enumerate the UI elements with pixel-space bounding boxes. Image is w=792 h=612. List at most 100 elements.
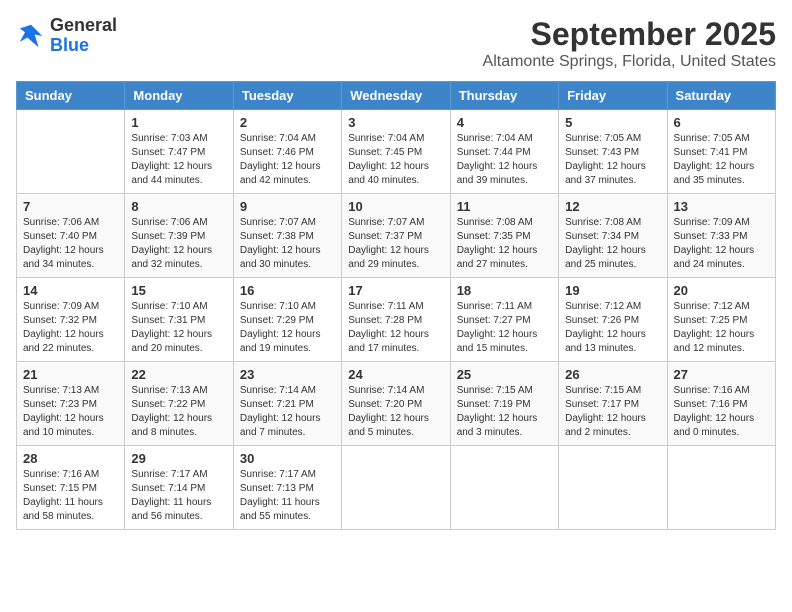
day-number: 12: [565, 199, 660, 214]
day-number: 18: [457, 283, 552, 298]
calendar-week-row: 1Sunrise: 7:03 AM Sunset: 7:47 PM Daylig…: [17, 110, 776, 194]
day-number: 9: [240, 199, 335, 214]
day-number: 14: [23, 283, 118, 298]
day-info: Sunrise: 7:14 AM Sunset: 7:20 PM Dayligh…: [348, 384, 443, 440]
calendar-cell: 20 Sunrise: 7:12 AM Sunset: 7:25 PM Dayli…: [667, 278, 775, 362]
day-info: Sunrise: 7:04 AM Sunset: 7:45 PM Dayligh…: [348, 132, 443, 188]
calendar-cell: [342, 446, 450, 530]
day-number: 6: [674, 115, 769, 130]
day-info: Sunrise: 7:10 AM Sunset: 7:31 PM Dayligh…: [131, 300, 226, 356]
day-info: Sunrise: 7:03 AM Sunset: 7:47 PM Dayligh…: [131, 132, 226, 188]
calendar-cell: 16Sunrise: 7:10 AM Sunset: 7:29 PM Dayli…: [233, 278, 341, 362]
day-info: Sunrise: 7:11 AM Sunset: 7:28 PM Dayligh…: [348, 300, 443, 356]
weekday-header: Saturday: [667, 82, 775, 110]
day-number: 23: [240, 367, 335, 382]
day-info: Sunrise: 7:07 AM Sunset: 7:38 PM Dayligh…: [240, 216, 335, 272]
calendar-cell: 23 Sunrise: 7:14 AM Sunset: 7:21 PM Dayli…: [233, 362, 341, 446]
page-header: General Blue September 2025 Altamonte Sp…: [16, 16, 776, 71]
calendar-cell: 15 Sunrise: 7:10 AM Sunset: 7:31 PM Dayli…: [125, 278, 233, 362]
logo: General Blue: [16, 16, 117, 56]
weekday-header: Tuesday: [233, 82, 341, 110]
day-number: 7: [23, 199, 118, 214]
day-number: 24: [348, 367, 443, 382]
day-number: 19: [565, 283, 660, 298]
calendar-week-row: 14 Sunrise: 7:09 AM Sunset: 7:32 PM Dayli…: [17, 278, 776, 362]
logo-general: General: [50, 15, 117, 35]
calendar-cell: 7 Sunrise: 7:06 AM Sunset: 7:40 PM Daylig…: [17, 194, 125, 278]
day-number: 20: [674, 283, 769, 298]
day-info: Sunrise: 7:13 AM Sunset: 7:22 PM Dayligh…: [131, 384, 226, 440]
day-info: Sunrise: 7:12 AM Sunset: 7:25 PM Dayligh…: [674, 300, 769, 356]
day-info: Sunrise: 7:10 AM Sunset: 7:29 PM Dayligh…: [240, 300, 335, 356]
title-area: September 2025 Altamonte Springs, Florid…: [483, 16, 776, 71]
logo-bird-icon: [16, 21, 46, 51]
calendar-cell: 10 Sunrise: 7:07 AM Sunset: 7:37 PM Dayli…: [342, 194, 450, 278]
month-title: September 2025: [483, 16, 776, 53]
day-info: Sunrise: 7:17 AM Sunset: 7:14 PM Dayligh…: [131, 468, 226, 524]
calendar-cell: 11 Sunrise: 7:08 AM Sunset: 7:35 PM Dayli…: [450, 194, 558, 278]
calendar-cell: [17, 110, 125, 194]
location-title: Altamonte Springs, Florida, United State…: [483, 53, 776, 71]
day-info: Sunrise: 7:06 AM Sunset: 7:40 PM Dayligh…: [23, 216, 118, 272]
calendar-cell: 9 Sunrise: 7:07 AM Sunset: 7:38 PM Daylig…: [233, 194, 341, 278]
calendar-cell: 13Sunrise: 7:09 AM Sunset: 7:33 PM Dayli…: [667, 194, 775, 278]
day-number: 15: [131, 283, 226, 298]
day-info: Sunrise: 7:04 AM Sunset: 7:46 PM Dayligh…: [240, 132, 335, 188]
calendar-cell: 1Sunrise: 7:03 AM Sunset: 7:47 PM Daylig…: [125, 110, 233, 194]
weekday-header: Sunday: [17, 82, 125, 110]
logo-blue: Blue: [50, 35, 89, 55]
calendar-cell: [559, 446, 667, 530]
day-number: 22: [131, 367, 226, 382]
day-info: Sunrise: 7:13 AM Sunset: 7:23 PM Dayligh…: [23, 384, 118, 440]
day-number: 11: [457, 199, 552, 214]
day-number: 4: [457, 115, 552, 130]
calendar-cell: [667, 446, 775, 530]
day-info: Sunrise: 7:06 AM Sunset: 7:39 PM Dayligh…: [131, 216, 226, 272]
day-number: 10: [348, 199, 443, 214]
calendar-week-row: 21Sunrise: 7:13 AM Sunset: 7:23 PM Dayli…: [17, 362, 776, 446]
day-info: Sunrise: 7:04 AM Sunset: 7:44 PM Dayligh…: [457, 132, 552, 188]
calendar-cell: 25 Sunrise: 7:15 AM Sunset: 7:19 PM Dayli…: [450, 362, 558, 446]
day-info: Sunrise: 7:15 AM Sunset: 7:17 PM Dayligh…: [565, 384, 660, 440]
day-info: Sunrise: 7:09 AM Sunset: 7:32 PM Dayligh…: [23, 300, 118, 356]
day-info: Sunrise: 7:08 AM Sunset: 7:35 PM Dayligh…: [457, 216, 552, 272]
calendar-cell: 19Sunrise: 7:12 AM Sunset: 7:26 PM Dayli…: [559, 278, 667, 362]
weekday-header: Monday: [125, 82, 233, 110]
day-info: Sunrise: 7:05 AM Sunset: 7:43 PM Dayligh…: [565, 132, 660, 188]
day-info: Sunrise: 7:05 AM Sunset: 7:41 PM Dayligh…: [674, 132, 769, 188]
calendar-table: SundayMondayTuesdayWednesdayThursdayFrid…: [16, 81, 776, 530]
calendar-cell: 18Sunrise: 7:11 AM Sunset: 7:27 PM Dayli…: [450, 278, 558, 362]
calendar-cell: 17 Sunrise: 7:11 AM Sunset: 7:28 PM Dayli…: [342, 278, 450, 362]
logo-text: General Blue: [50, 16, 117, 56]
calendar-cell: 5 Sunrise: 7:05 AM Sunset: 7:43 PM Daylig…: [559, 110, 667, 194]
calendar-cell: [450, 446, 558, 530]
day-number: 17: [348, 283, 443, 298]
day-number: 3: [348, 115, 443, 130]
day-number: 5: [565, 115, 660, 130]
day-number: 29: [131, 451, 226, 466]
day-number: 25: [457, 367, 552, 382]
calendar-cell: 12 Sunrise: 7:08 AM Sunset: 7:34 PM Dayli…: [559, 194, 667, 278]
calendar-cell: 26 Sunrise: 7:15 AM Sunset: 7:17 PM Dayli…: [559, 362, 667, 446]
calendar-cell: 27Sunrise: 7:16 AM Sunset: 7:16 PM Dayli…: [667, 362, 775, 446]
day-info: Sunrise: 7:07 AM Sunset: 7:37 PM Dayligh…: [348, 216, 443, 272]
calendar-cell: 14 Sunrise: 7:09 AM Sunset: 7:32 PM Dayli…: [17, 278, 125, 362]
calendar-cell: 30Sunrise: 7:17 AM Sunset: 7:13 PM Dayli…: [233, 446, 341, 530]
weekday-header: Friday: [559, 82, 667, 110]
calendar-cell: 8Sunrise: 7:06 AM Sunset: 7:39 PM Daylig…: [125, 194, 233, 278]
day-number: 13: [674, 199, 769, 214]
day-number: 2: [240, 115, 335, 130]
calendar-cell: 4 Sunrise: 7:04 AM Sunset: 7:44 PM Daylig…: [450, 110, 558, 194]
calendar-cell: 29 Sunrise: 7:17 AM Sunset: 7:14 PM Dayli…: [125, 446, 233, 530]
day-info: Sunrise: 7:16 AM Sunset: 7:15 PM Dayligh…: [23, 468, 118, 524]
calendar-header-row: SundayMondayTuesdayWednesdayThursdayFrid…: [17, 82, 776, 110]
calendar-cell: 3 Sunrise: 7:04 AM Sunset: 7:45 PM Daylig…: [342, 110, 450, 194]
day-number: 26: [565, 367, 660, 382]
day-info: Sunrise: 7:17 AM Sunset: 7:13 PM Dayligh…: [240, 468, 335, 524]
day-number: 28: [23, 451, 118, 466]
day-number: 27: [674, 367, 769, 382]
day-info: Sunrise: 7:14 AM Sunset: 7:21 PM Dayligh…: [240, 384, 335, 440]
day-info: Sunrise: 7:15 AM Sunset: 7:19 PM Dayligh…: [457, 384, 552, 440]
day-info: Sunrise: 7:08 AM Sunset: 7:34 PM Dayligh…: [565, 216, 660, 272]
calendar-cell: 22 Sunrise: 7:13 AM Sunset: 7:22 PM Dayli…: [125, 362, 233, 446]
